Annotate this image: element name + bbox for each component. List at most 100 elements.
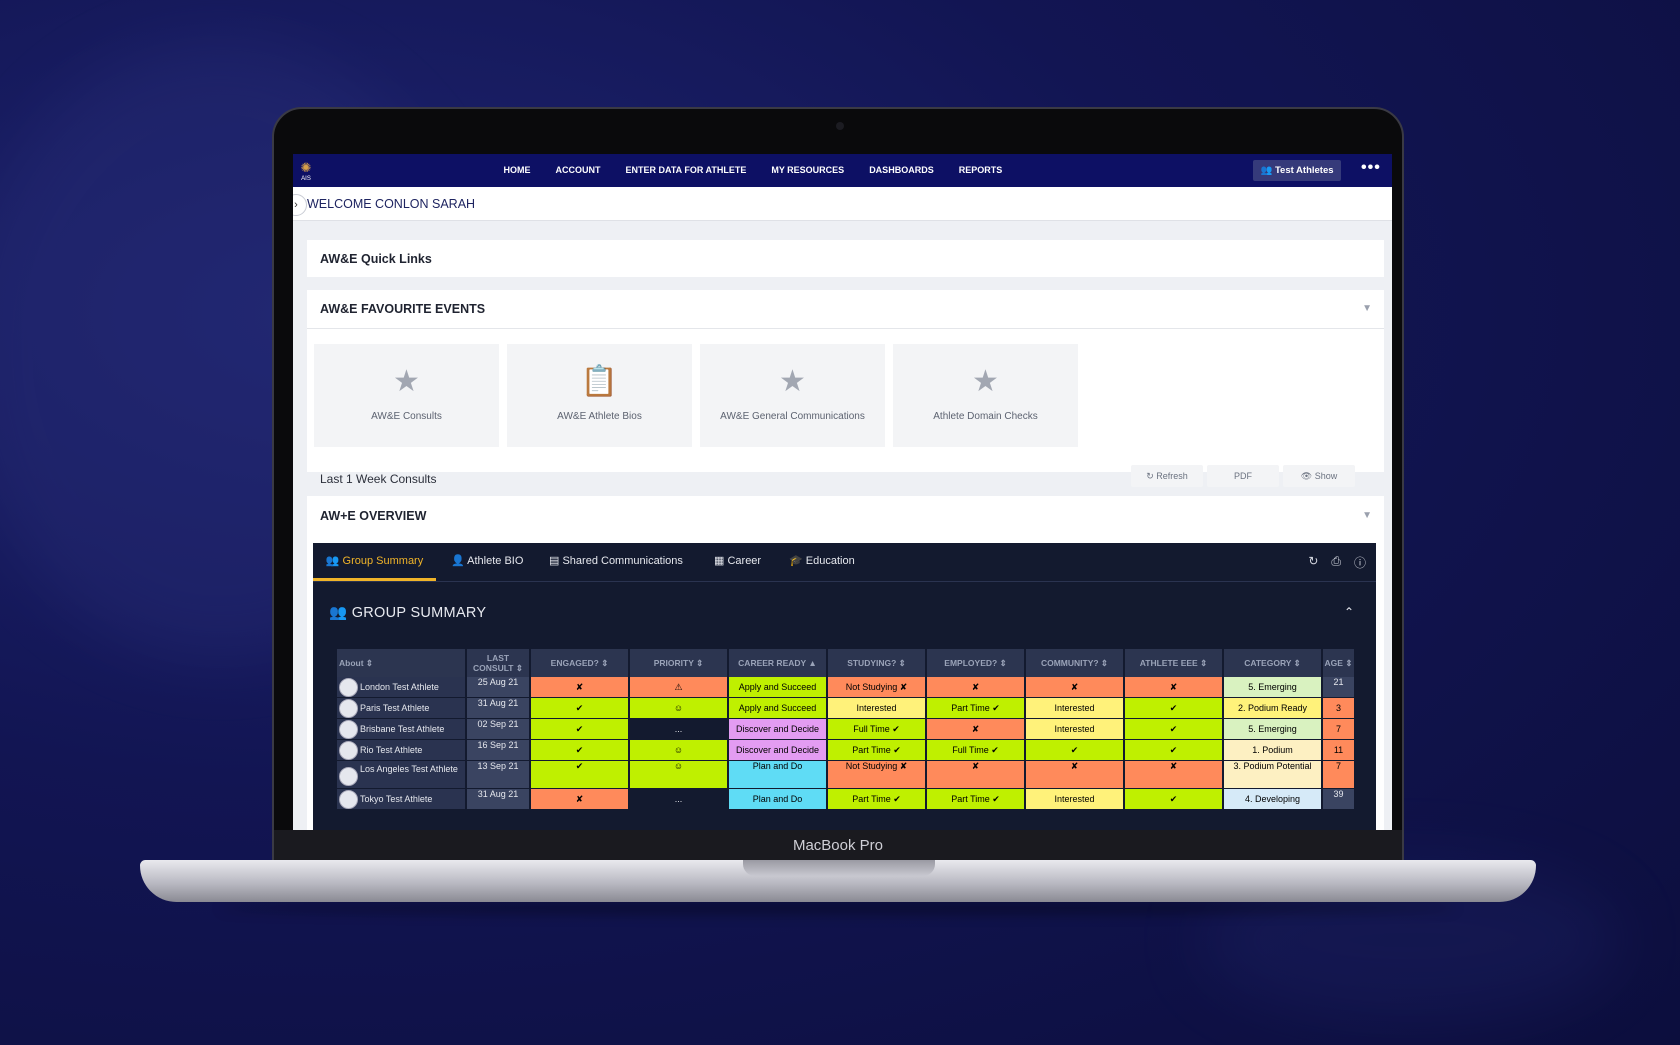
athlete-name-cell[interactable]: Rio Test Athlete: [337, 740, 465, 761]
show-button[interactable]: 👁 Show: [1283, 465, 1355, 487]
test-athletes-button[interactable]: 👥 Test Athletes: [1253, 160, 1341, 181]
ais-logo[interactable]: ✺ AIS: [295, 160, 317, 182]
tab-shared-communications[interactable]: ▤ Shared Communications: [549, 543, 683, 581]
overview-panel: AW+E OVERVIEW ▼ 👥 Group Summary 👤 Athlet…: [307, 496, 1384, 830]
nav-dashboards[interactable]: DASHBOARDS: [857, 154, 947, 187]
employed-cell: ✘: [927, 761, 1024, 789]
column-header[interactable]: LAST CONSULT ⇕: [467, 649, 529, 677]
nav-account[interactable]: ACCOUNT: [543, 154, 613, 187]
athlete-name-cell[interactable]: Brisbane Test Athlete: [337, 719, 465, 740]
career-ready-cell: Plan and Do: [729, 761, 826, 789]
category-cell: 4. Developing: [1224, 789, 1321, 810]
print-icon[interactable]: ⎙: [1331, 554, 1341, 571]
column-header[interactable]: COMMUNITY? ⇕: [1026, 649, 1123, 677]
category-cell: 2. Podium Ready: [1224, 698, 1321, 719]
avatar: [339, 767, 358, 786]
table-row[interactable]: London Test Athlete 25 Aug 21 ✘ ⚠ Apply …: [337, 677, 1354, 698]
last-consult-cell: 31 Aug 21: [467, 789, 529, 810]
more-menu-icon[interactable]: •••: [1361, 159, 1381, 177]
last-consult-cell: 02 Sep 21: [467, 719, 529, 740]
last-consult-cell: 13 Sep 21: [467, 761, 529, 789]
athlete-name-cell[interactable]: London Test Athlete: [337, 677, 465, 698]
priority-cell: ☺: [630, 698, 727, 719]
divider: [307, 328, 1384, 329]
engaged-cell: ✘: [531, 789, 628, 810]
nav-home[interactable]: HOME: [491, 154, 543, 187]
nav-my-resources[interactable]: MY RESOURCES: [759, 154, 857, 187]
pdf-button[interactable]: PDF: [1207, 465, 1279, 487]
engaged-cell: ✔: [531, 761, 628, 789]
quick-links-panel[interactable]: AW&E Quick Links: [307, 240, 1384, 277]
refresh-button[interactable]: ↻ Refresh: [1131, 465, 1203, 487]
event-card-general-communications[interactable]: ★ AW&E General Communications: [700, 344, 885, 447]
tab-group-summary[interactable]: 👥 Group Summary: [313, 543, 436, 581]
event-label: Athlete Domain Checks: [933, 411, 1038, 422]
event-card-athlete-bios[interactable]: 📋 AW&E Athlete Bios: [507, 344, 692, 447]
group-icon: 👥: [325, 555, 340, 567]
overview-tabs: 👥 Group Summary 👤 Athlete BIO ▤ Shared C…: [313, 543, 1376, 582]
studying-cell: Interested: [828, 698, 925, 719]
person-icon: 👤: [451, 555, 465, 567]
trophy-icon: ★: [972, 365, 999, 398]
column-header[interactable]: STUDYING? ⇕: [828, 649, 925, 677]
favourite-events-title: AW&E FAVOURITE EVENTS: [320, 302, 486, 316]
category-cell: 3. Podium Potential: [1224, 761, 1321, 789]
community-cell: ✘: [1026, 677, 1123, 698]
avatar: [339, 789, 358, 809]
athlete-name-cell[interactable]: Tokyo Test Athlete: [337, 789, 465, 810]
avatar: [339, 677, 358, 697]
trophy-icon: ★: [393, 365, 420, 398]
column-header[interactable]: EMPLOYED? ⇕: [927, 649, 1024, 677]
column-header[interactable]: About ⇕: [337, 649, 465, 677]
group-summary-heading: 👥 GROUP SUMMARY: [329, 604, 486, 621]
career-ready-cell: Discover and Decide: [729, 719, 826, 740]
studying-cell: Part Time ✔: [828, 789, 925, 810]
group-summary-title: GROUP SUMMARY: [351, 605, 487, 621]
employed-cell: ✘: [927, 677, 1024, 698]
age-cell: 7: [1323, 761, 1354, 789]
laptop-shadow: [220, 902, 1456, 914]
employed-cell: Part Time ✔: [927, 789, 1024, 810]
sidebar-toggle-icon[interactable]: ›: [293, 194, 307, 216]
category-cell: 1. Podium: [1224, 740, 1321, 761]
engaged-cell: ✔: [531, 698, 628, 719]
table-row[interactable]: Rio Test Athlete 16 Sep 21 ✔ ☺ Discover …: [337, 740, 1354, 761]
priority-cell: ...: [630, 789, 727, 810]
athlete-name-cell[interactable]: Los Angeles Test Athlete: [337, 761, 465, 789]
athlete-eee-cell: ✔: [1125, 789, 1222, 810]
tab-label: Athlete BIO: [467, 555, 524, 567]
last-consult-cell: 31 Aug 21: [467, 698, 529, 719]
nav-enter-data[interactable]: ENTER DATA FOR ATHLETE: [613, 154, 759, 187]
laptop-notch: [743, 860, 935, 876]
column-header[interactable]: PRIORITY ⇕: [630, 649, 727, 677]
chart-icon: ▦: [714, 555, 725, 567]
info-icon[interactable]: ⓘ: [1354, 554, 1366, 571]
tab-athlete-bio[interactable]: 👤 Athlete BIO: [451, 543, 523, 581]
welcome-bar: › WELCOME CONLON SARAH: [293, 187, 1392, 221]
event-card-domain-checks[interactable]: ★ Athlete Domain Checks: [893, 344, 1078, 447]
community-cell: Interested: [1026, 789, 1123, 810]
column-header[interactable]: ENGAGED? ⇕: [531, 649, 628, 677]
table-row[interactable]: Brisbane Test Athlete 02 Sep 21 ✔ ... Di…: [337, 719, 1354, 740]
column-header[interactable]: AGE ⇕: [1323, 649, 1354, 677]
event-label: AW&E Athlete Bios: [557, 411, 642, 422]
column-header[interactable]: CAREER READY ▲: [729, 649, 826, 677]
group-summary-table: About ⇕ LAST CONSULT ⇕ ENGAGED? ⇕ PRIORI…: [335, 649, 1356, 810]
tab-education[interactable]: 🎓 Education: [789, 543, 855, 581]
favourite-events-panel: AW&E FAVOURITE EVENTS ▼ ★ AW&E Consults …: [307, 290, 1384, 487]
table-row[interactable]: Los Angeles Test Athlete 13 Sep 21 ✔ ☺ P…: [337, 761, 1354, 789]
chevron-up-icon[interactable]: ⌃: [1344, 605, 1354, 619]
tab-career[interactable]: ▦ Career: [714, 543, 761, 581]
tab-label: Career: [727, 555, 762, 567]
event-card-consults[interactable]: ★ AW&E Consults: [314, 344, 499, 447]
refresh-icon[interactable]: ↻: [1308, 554, 1318, 571]
athlete-name-cell[interactable]: Paris Test Athlete: [337, 698, 465, 719]
column-header[interactable]: ATHLETE EEE ⇕: [1125, 649, 1222, 677]
chevron-down-icon[interactable]: ▼: [1362, 303, 1372, 314]
table-row[interactable]: Tokyo Test Athlete 31 Aug 21 ✘ ... Plan …: [337, 789, 1354, 810]
trophy-icon: ★: [779, 365, 806, 398]
table-row[interactable]: Paris Test Athlete 31 Aug 21 ✔ ☺ Apply a…: [337, 698, 1354, 719]
chevron-down-icon[interactable]: ▼: [1362, 510, 1372, 521]
nav-reports[interactable]: REPORTS: [946, 154, 1015, 187]
column-header[interactable]: CATEGORY ⇕: [1224, 649, 1321, 677]
